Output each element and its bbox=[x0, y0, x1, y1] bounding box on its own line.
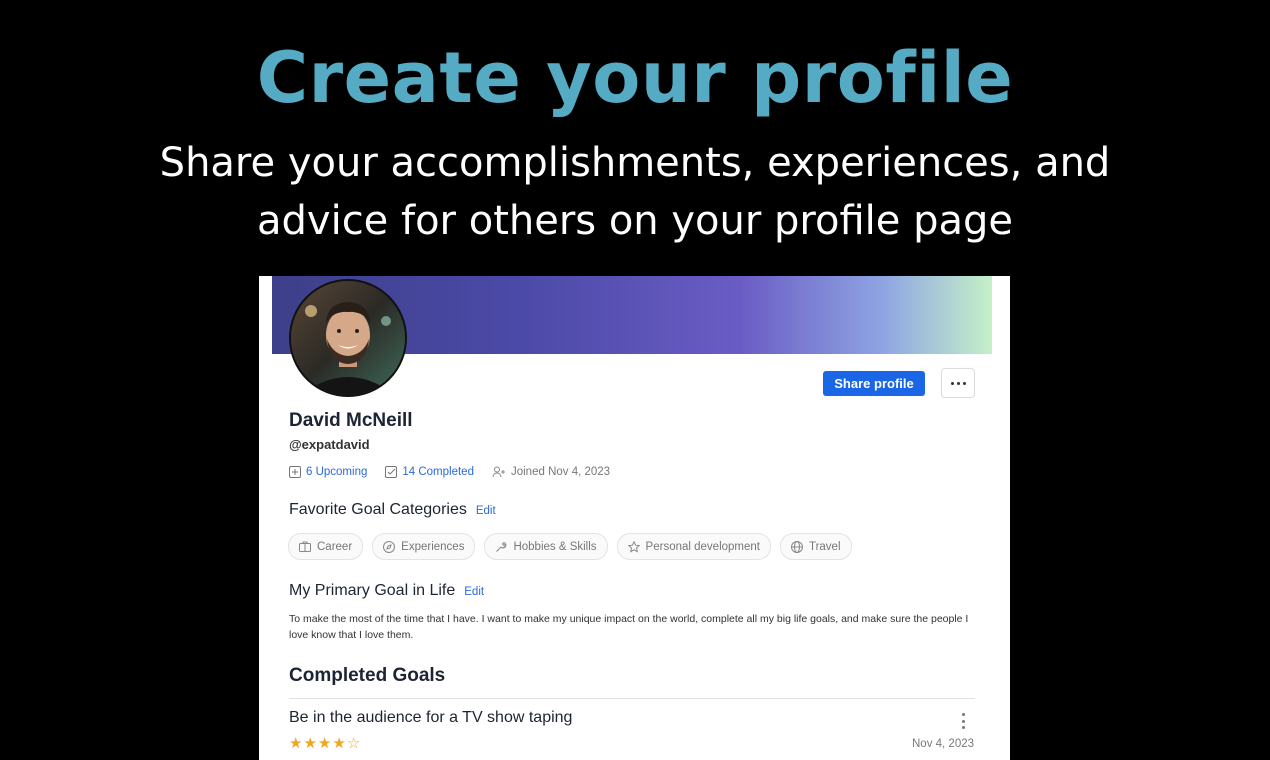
primary-goal-title: My Primary Goal in Life bbox=[289, 582, 456, 599]
share-profile-button[interactable]: Share profile bbox=[823, 371, 925, 396]
ellipsis-icon bbox=[950, 381, 954, 385]
more-options-button[interactable] bbox=[941, 368, 975, 398]
primary-goal-text: To make the most of the time that I have… bbox=[289, 613, 969, 641]
goal-title[interactable]: Be in the audience for a TV show taping bbox=[289, 709, 572, 727]
upcoming-count: 6 Upcoming bbox=[306, 466, 368, 478]
user-plus-icon bbox=[492, 466, 505, 478]
star-icon bbox=[627, 540, 640, 553]
category-chips: Career Experiences Hobbies & Skills Pers… bbox=[288, 533, 861, 560]
completed-count: 14 Completed bbox=[402, 466, 474, 478]
avatar-photo bbox=[291, 281, 405, 395]
category-chip-personal-development[interactable]: Personal development bbox=[616, 533, 771, 560]
favorite-categories-heading: Favorite Goal Categories Edit bbox=[289, 501, 496, 519]
goal-date: Nov 4, 2023 bbox=[912, 738, 975, 750]
vertical-ellipsis-icon bbox=[961, 713, 965, 716]
hero-subtitle-line-2: advice for others on your profile page bbox=[257, 198, 1013, 244]
plus-square-icon bbox=[289, 466, 301, 478]
check-square-icon bbox=[385, 466, 398, 478]
star-filled-icon: ★ bbox=[303, 735, 317, 752]
joined-date: Joined Nov 4, 2023 bbox=[492, 466, 610, 478]
profile-stats: 6 Upcoming 14 Completed Joined Nov 4, 20… bbox=[289, 466, 628, 478]
category-chip-experiences[interactable]: Experiences bbox=[372, 533, 476, 560]
category-chip-career[interactable]: Career bbox=[288, 533, 364, 560]
profile-handle: @expatdavid bbox=[289, 437, 370, 452]
edit-primary-goal-link[interactable]: Edit bbox=[464, 586, 484, 598]
globe-icon bbox=[790, 540, 803, 553]
profile-card: Share profile David McNeill @expatdavid … bbox=[259, 276, 1010, 760]
goal-rating: ★ ★ ★ ★ ☆ bbox=[289, 735, 361, 753]
briefcase-icon bbox=[299, 541, 311, 552]
avatar bbox=[289, 279, 407, 397]
upcoming-goals-link[interactable]: 6 Upcoming bbox=[289, 466, 367, 478]
profile-name: David McNeill bbox=[289, 410, 413, 431]
category-chip-hobbies-skills[interactable]: Hobbies & Skills bbox=[484, 533, 608, 560]
compass-icon bbox=[383, 540, 396, 553]
joined-label: Joined Nov 4, 2023 bbox=[510, 466, 611, 478]
star-filled-icon: ★ bbox=[289, 735, 303, 752]
divider bbox=[289, 698, 975, 699]
star-filled-icon: ★ bbox=[317, 735, 332, 752]
hero-title: Create your profile bbox=[256, 37, 1014, 119]
favorite-categories-title: Favorite Goal Categories bbox=[289, 501, 467, 518]
completed-goals-heading: Completed Goals bbox=[289, 665, 446, 686]
category-chip-travel[interactable]: Travel bbox=[779, 533, 852, 560]
completed-goals-link[interactable]: 14 Completed bbox=[385, 466, 474, 478]
edit-categories-link[interactable]: Edit bbox=[476, 505, 496, 517]
hero-subtitle-line-1: Share your accomplishments, experiences,… bbox=[159, 140, 1111, 186]
wrench-icon bbox=[496, 541, 507, 552]
star-empty-icon: ☆ bbox=[346, 735, 361, 752]
goal-options-button[interactable] bbox=[959, 713, 967, 729]
primary-goal-heading: My Primary Goal in Life Edit bbox=[289, 582, 484, 600]
star-filled-icon: ★ bbox=[332, 735, 346, 752]
